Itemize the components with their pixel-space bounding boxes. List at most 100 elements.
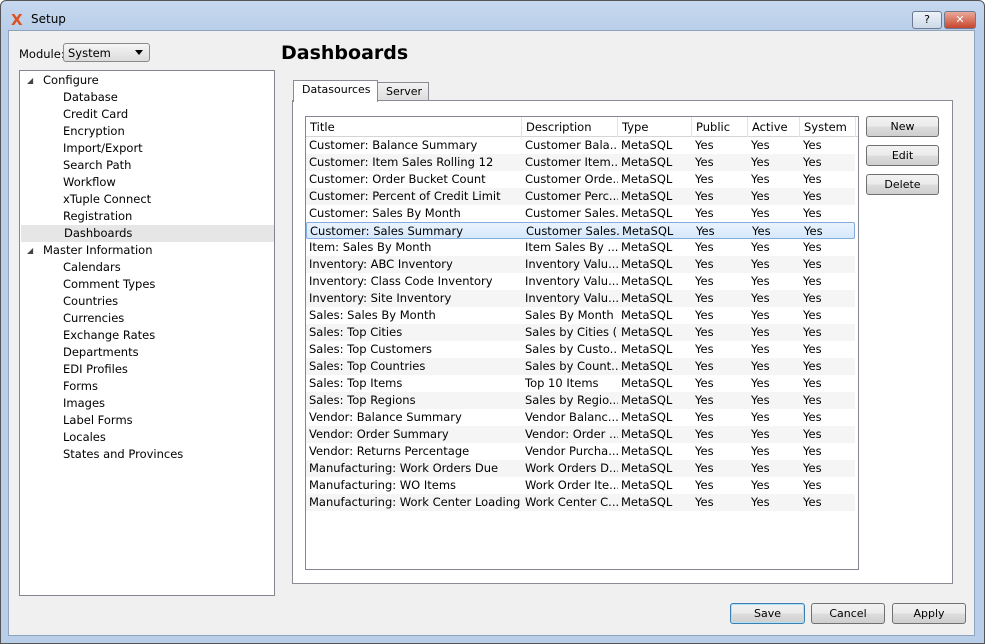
table-cell: Customer Orde...	[525, 172, 618, 186]
tree-item-label: Label Forms	[63, 413, 133, 427]
table-row[interactable]: Sales: Top Regions Sales by Regio... MetaS…	[306, 392, 855, 409]
table-row[interactable]: Sales: Sales By Month Sales By Month MetaS…	[306, 307, 855, 324]
table-cell: Work Order Ite...	[525, 478, 618, 492]
datasources-table[interactable]: Title Description Type Public Active System C…	[305, 116, 859, 570]
table-cell: Yes	[803, 240, 822, 254]
table-cell: MetaSQL	[621, 240, 673, 254]
table-cell: Yes	[695, 342, 714, 356]
table-cell: Customer: Item Sales Rolling 12	[309, 155, 494, 169]
table-cell: Customer: Order Bucket Count	[309, 172, 486, 186]
table-row[interactable]: Manufacturing: Work Center Loading Work C…	[306, 494, 855, 511]
table-cell: Yes	[695, 478, 714, 492]
tab-server[interactable]: Server	[377, 82, 429, 101]
table-cell: Yes	[751, 206, 770, 220]
table-cell: Yes	[751, 172, 770, 186]
table-cell: Sales by Regio...	[525, 393, 618, 407]
tree-item-label: Countries	[63, 294, 119, 308]
close-button[interactable]: ✕	[944, 11, 976, 29]
table-cell: Yes	[695, 325, 714, 339]
table-cell: MetaSQL	[621, 206, 673, 220]
table-cell: MetaSQL	[621, 376, 673, 390]
table-row[interactable]: Sales: Top Customers Sales by Custo... Met…	[306, 341, 855, 358]
edit-button[interactable]: Edit	[866, 145, 939, 166]
cancel-button[interactable]: Cancel	[811, 603, 885, 624]
table-row[interactable]: Vendor: Returns Percentage Vendor Purcha.…	[306, 443, 855, 460]
table-cell: Inventory: Site Inventory	[309, 291, 452, 305]
table-cell: Sales by Count...	[525, 359, 618, 373]
help-button[interactable]: ?	[912, 11, 942, 29]
delete-button[interactable]: Delete	[866, 174, 939, 195]
table-row[interactable]: Vendor: Order Summary Vendor: Order ... Me…	[306, 426, 855, 443]
tree-item-label: xTuple Connect	[63, 192, 152, 206]
table-cell: Yes	[695, 138, 714, 152]
table-cell: MetaSQL	[621, 308, 673, 322]
table-cell: Vendor: Returns Percentage	[309, 444, 470, 458]
table-cell: Yes	[751, 240, 770, 254]
table-cell: Sales: Top Regions	[309, 393, 416, 407]
table-row[interactable]: Vendor: Balance Summary Vendor Balanc... M…	[306, 409, 855, 426]
table-cell: Yes	[803, 410, 822, 424]
column-header[interactable]: Description	[522, 117, 618, 137]
table-cell: Yes	[751, 342, 770, 356]
table-row[interactable]: Manufacturing: Work Orders Due Work Order…	[306, 460, 855, 477]
table-row[interactable]: Manufacturing: WO Items Work Order Ite...…	[306, 477, 855, 494]
table-cell: Sales: Sales By Month	[309, 308, 436, 322]
table-row[interactable]: Sales: Top Countries Sales by Count... Met…	[306, 358, 855, 375]
table-row[interactable]: Item: Sales By Month Item Sales By ... Met…	[306, 239, 855, 256]
table-row[interactable]: Customer: Balance Summary Customer Bala..…	[306, 137, 855, 154]
apply-button[interactable]: Apply	[892, 603, 966, 624]
table-cell: Vendor: Order Summary	[309, 427, 449, 441]
table-cell: Yes	[803, 461, 822, 475]
table-row[interactable]: Customer: Sales Summary Customer Sales...…	[306, 222, 855, 239]
table-cell: Yes	[803, 308, 822, 322]
chevron-down-icon	[135, 50, 143, 55]
save-button[interactable]: Save	[730, 603, 805, 624]
tree-item[interactable]: Dashboards	[21, 225, 274, 242]
table-cell: Yes	[695, 461, 714, 475]
table-header: Title Description Type Public Active System	[306, 117, 858, 137]
table-cell: Yes	[803, 495, 822, 509]
column-header[interactable]: System	[800, 117, 856, 137]
expand-arrow-icon[interactable]: ◢	[27, 72, 33, 89]
table-row[interactable]: Customer: Order Bucket Count Customer Ord…	[306, 171, 855, 188]
tree-item-label: Departments	[63, 345, 139, 359]
tree-item-label: Registration	[63, 209, 133, 223]
column-header[interactable]: Public	[692, 117, 748, 137]
setup-tree[interactable]: ◢ Configure Database Credit Card Encryption I…	[19, 70, 275, 596]
table-cell: Item: Sales By Month	[309, 240, 432, 254]
table-cell: Yes	[751, 444, 770, 458]
expand-arrow-icon[interactable]: ◢	[27, 242, 33, 259]
table-cell: Yes	[695, 155, 714, 169]
new-button[interactable]: New	[866, 116, 939, 137]
table-row[interactable]: Customer: Sales By Month Customer Sales..…	[306, 205, 855, 222]
tree-item-label: Currencies	[63, 311, 125, 325]
table-cell: Customer Item...	[525, 155, 618, 169]
table-cell: Yes	[803, 478, 822, 492]
table-row[interactable]: Sales: Top Cities Sales by Cities (... Met…	[306, 324, 855, 341]
table-row[interactable]: Sales: Top Items Top 10 Items MetaSQL Yes Ye…	[306, 375, 855, 392]
table-cell: Yes	[695, 240, 714, 254]
table-cell: Yes	[803, 274, 822, 288]
tree-item-label: EDI Profiles	[63, 362, 128, 376]
tree-item-label: Search Path	[63, 158, 132, 172]
column-header[interactable]: Title	[306, 117, 522, 137]
table-cell: Inventory: ABC Inventory	[309, 257, 453, 271]
column-header[interactable]: Active	[748, 117, 800, 137]
table-cell: Yes	[695, 274, 714, 288]
table-cell: Sales: Top Cities	[309, 325, 403, 339]
column-header[interactable]: Type	[618, 117, 692, 137]
table-row[interactable]: Inventory: Site Inventory Inventory Valu.…	[306, 290, 855, 307]
tree-item-label: Comment Types	[63, 277, 156, 291]
tree-item-label: Import/Export	[63, 141, 143, 155]
table-cell: Yes	[696, 224, 715, 238]
table-row[interactable]: Inventory: Class Code Inventory Inventory…	[306, 273, 855, 290]
table-row[interactable]: Customer: Item Sales Rolling 12 Customer …	[306, 154, 855, 171]
table-cell: Yes	[695, 444, 714, 458]
tab-datasources[interactable]: Datasources	[293, 80, 378, 102]
table-row[interactable]: Inventory: ABC Inventory Inventory Valu..…	[306, 256, 855, 273]
table-row[interactable]: Customer: Percent of Credit Limit Custome…	[306, 188, 855, 205]
table-cell: Sales: Top Customers	[309, 342, 433, 356]
module-select[interactable]: System	[63, 43, 150, 62]
table-cell: Inventory Valu...	[525, 291, 618, 305]
table-cell: MetaSQL	[621, 325, 673, 339]
